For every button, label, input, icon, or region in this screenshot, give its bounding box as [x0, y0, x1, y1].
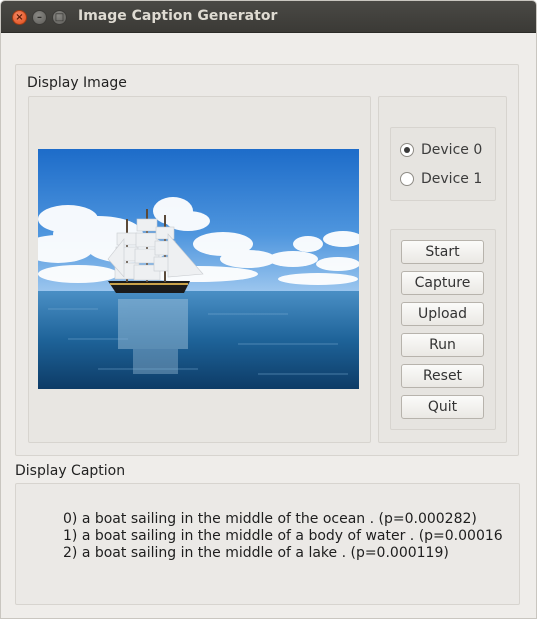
reset-button[interactable]: Reset [401, 364, 484, 388]
display-image [38, 149, 359, 389]
upload-button[interactable]: Upload [401, 302, 484, 326]
device-selector-group [390, 127, 496, 201]
start-button[interactable]: Start [401, 240, 484, 264]
title-bar[interactable]: × – □ Image Caption Generator [1, 1, 536, 33]
radio-device-1-label: Device 1 [421, 171, 483, 187]
caption-panel [15, 483, 520, 605]
caption-line: 1) a boat sailing in the middle of a bod… [63, 528, 503, 544]
display-caption-label: Display Caption [15, 463, 126, 479]
radio-device-0-label: Device 0 [421, 142, 483, 158]
close-icon[interactable]: × [12, 10, 27, 25]
radio-device-1[interactable]: Device 1 [400, 171, 482, 187]
minimize-icon[interactable]: – [32, 10, 47, 25]
radio-device-0[interactable]: Device 0 [400, 142, 482, 158]
run-button[interactable]: Run [401, 333, 484, 357]
radio-unchecked-icon[interactable] [400, 172, 414, 186]
capture-button[interactable]: Capture [401, 271, 484, 295]
window-title: Image Caption Generator [78, 8, 278, 24]
quit-button[interactable]: Quit [401, 395, 484, 419]
radio-checked-icon[interactable] [400, 143, 414, 157]
maximize-icon[interactable]: □ [52, 10, 67, 25]
sailing-ship-image [38, 149, 359, 389]
display-image-label: Display Image [27, 75, 127, 91]
caption-line: 0) a boat sailing in the middle of the o… [63, 511, 477, 527]
caption-line: 2) a boat sailing in the middle of a lak… [63, 545, 449, 561]
app-window: × – □ Image Caption Generator Display Im… [0, 0, 537, 619]
